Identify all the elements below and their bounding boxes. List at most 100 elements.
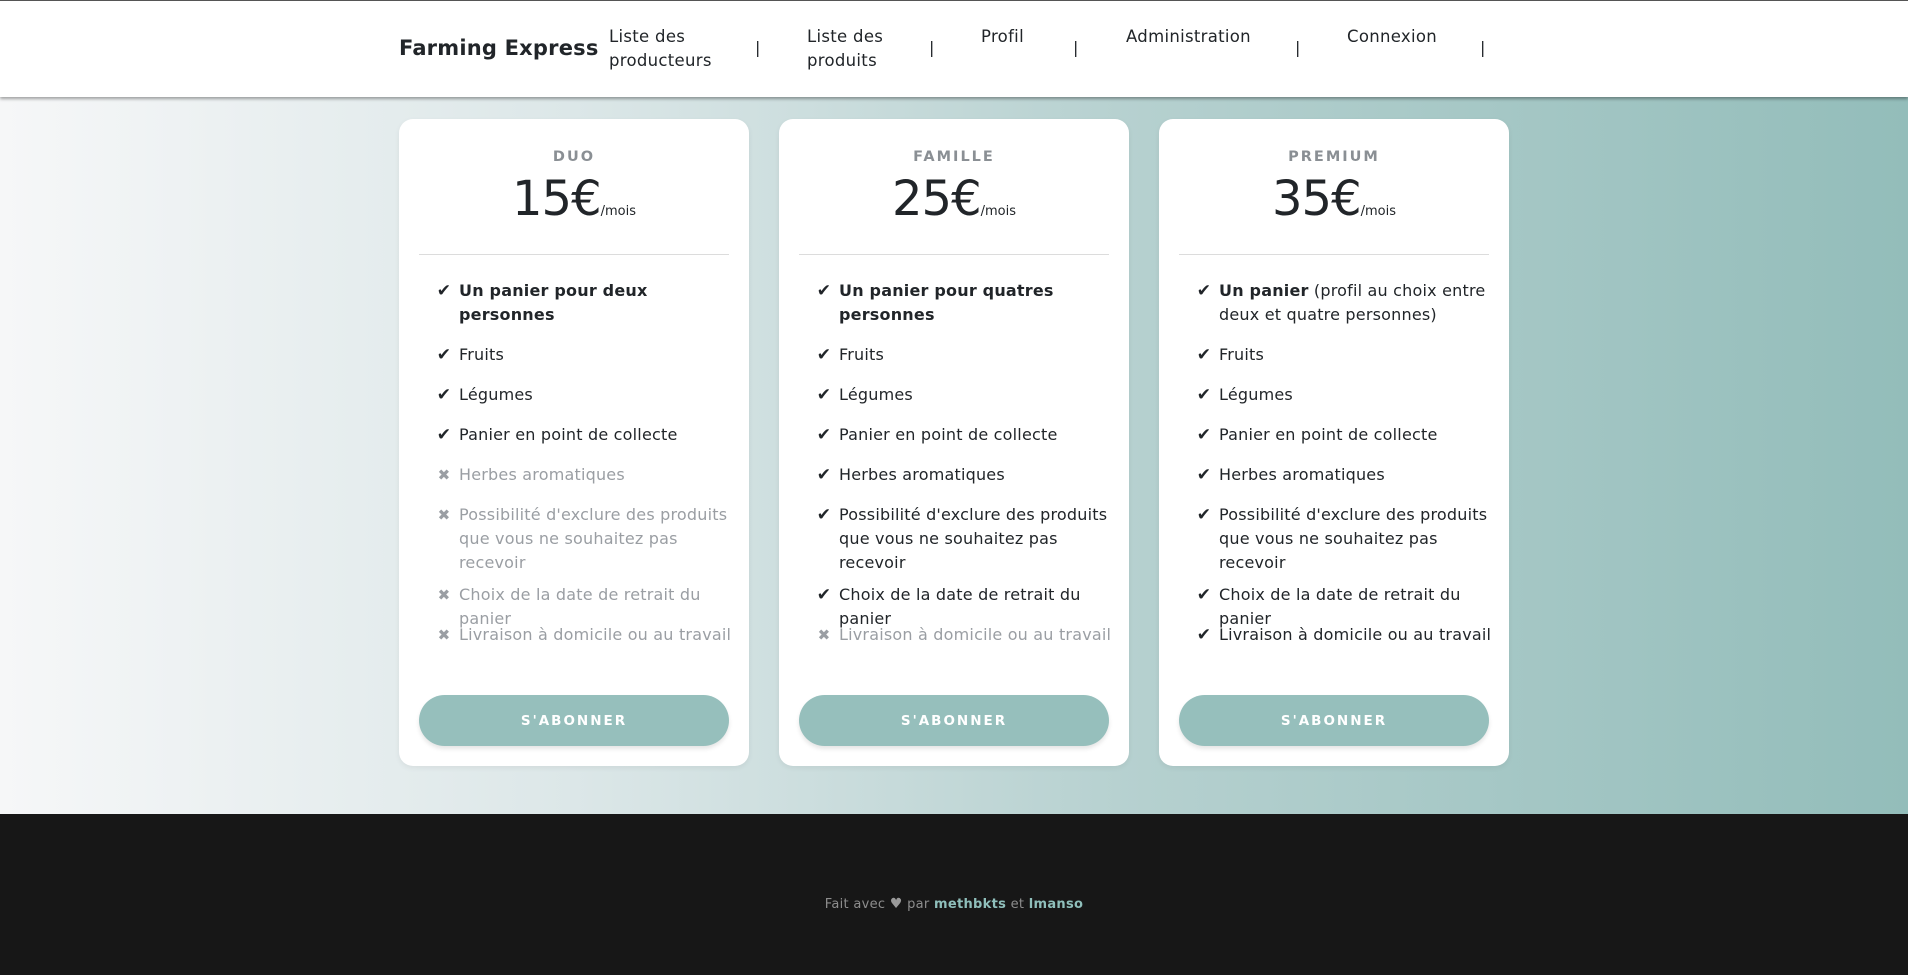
feature-text: Choix de la date de retrait du panier <box>459 585 701 628</box>
price-period: /mois <box>1360 204 1396 219</box>
feature-text: Choix de la date de retrait du panier <box>1219 585 1461 628</box>
feature-item: ✔ Livraison à domicile ou au travail <box>1195 623 1495 647</box>
pricing-card-famille: FAMILLE 25€/mois ✔ Un panier pour quatres p… <box>779 119 1129 766</box>
divider <box>1179 254 1489 255</box>
feature-item: ✔ Un panier pour quatres personnes <box>815 279 1115 327</box>
feature-text: Livraison à domicile ou au travail <box>459 625 732 644</box>
check-icon: ✔ <box>816 465 832 485</box>
feature-bold: Un panier pour quatres personnes <box>839 281 1054 324</box>
feature-item: ✔ Un panier pour deux personnes <box>435 279 735 327</box>
nav-separator: | <box>1480 38 1486 57</box>
nav-separator: | <box>1073 38 1079 57</box>
feature-item: ✔ Légumes <box>815 383 1115 407</box>
check-icon: ✔ <box>816 425 832 445</box>
check-icon: ✔ <box>1196 625 1212 645</box>
plan-title: DUO <box>552 149 596 165</box>
feature-item: ✔ Panier en point de collecte <box>1195 423 1495 447</box>
divider <box>419 254 729 255</box>
subscribe-button[interactable]: S'ABONNER <box>1179 695 1489 746</box>
author-link-lmanso[interactable]: lmanso <box>1029 897 1084 912</box>
cross-icon: ✖ <box>437 626 451 644</box>
feature-text: Choix de la date de retrait du panier <box>839 585 1081 628</box>
subscribe-button[interactable]: S'ABONNER <box>419 695 729 746</box>
feature-text: Herbes aromatiques <box>459 465 625 484</box>
feature-text: Légumes <box>839 385 913 404</box>
feature-text: Panier en point de collecte <box>459 425 678 444</box>
feature-text: Légumes <box>1219 385 1293 404</box>
nav-link-profil[interactable]: Profil <box>981 25 1024 49</box>
check-icon: ✔ <box>816 505 832 525</box>
feature-text: Possibilité d'exclure des produits que v… <box>1219 505 1488 572</box>
nav-link-producteurs[interactable]: Liste des producteurs <box>609 25 712 73</box>
plan-price: 25€/mois <box>779 171 1129 227</box>
check-icon: ✔ <box>436 345 452 365</box>
brand-logo[interactable]: Farming Express <box>399 36 599 60</box>
feature-text: Livraison à domicile ou au travail <box>1219 625 1492 644</box>
nav-separator: | <box>755 38 761 57</box>
feature-bold: Un panier <box>1219 281 1309 300</box>
check-icon: ✔ <box>816 585 832 605</box>
check-icon: ✔ <box>1196 585 1212 605</box>
cross-icon: ✖ <box>437 466 451 484</box>
navbar: Farming Express Liste des producteurs | … <box>0 0 1908 97</box>
cross-icon: ✖ <box>437 506 451 524</box>
check-icon: ✔ <box>816 385 832 405</box>
feature-item: ✔ Panier en point de collecte <box>815 423 1115 447</box>
nav-link-produits[interactable]: Liste des produits <box>807 25 883 73</box>
cross-icon: ✖ <box>817 626 831 644</box>
nav-link-administration[interactable]: Administration <box>1126 25 1251 49</box>
check-icon: ✔ <box>436 425 452 445</box>
feature-item: ✔ Un panier (profil au choix entre deux e… <box>1195 279 1495 327</box>
feature-text: Panier en point de collecte <box>1219 425 1438 444</box>
feature-item: ✖ Possibilité d'exclure des produits que … <box>435 503 735 575</box>
heart-icon: ♥ <box>889 896 903 912</box>
price-amount: 15€ <box>511 171 602 227</box>
price-amount: 35€ <box>1271 171 1362 227</box>
price-period: /mois <box>980 204 1016 219</box>
plan-price: 15€/mois <box>399 171 749 227</box>
nav-link-connexion[interactable]: Connexion <box>1347 25 1437 49</box>
price-period: /mois <box>600 204 636 219</box>
cross-icon: ✖ <box>437 586 451 604</box>
check-icon: ✔ <box>1196 385 1212 405</box>
feature-item: ✔ Possibilité d'exclure des produits que … <box>815 503 1115 575</box>
plan-title: PREMIUM <box>1288 149 1380 165</box>
pricing-card-premium: PREMIUM 35€/mois ✔ Un panier (profil au cho… <box>1159 119 1509 766</box>
check-icon: ✔ <box>436 385 452 405</box>
feature-item: ✔ Herbes aromatiques <box>815 463 1115 487</box>
feature-item: ✔ Légumes <box>1195 383 1495 407</box>
divider <box>799 254 1109 255</box>
feature-item: ✔ Fruits <box>435 343 735 367</box>
check-icon: ✔ <box>1196 345 1212 365</box>
check-icon: ✔ <box>816 281 832 301</box>
feature-text: Fruits <box>1219 345 1265 364</box>
footer-credits: Fait avec ♥ par methbkts et lmanso <box>824 896 1084 912</box>
feature-text: Herbes aromatiques <box>839 465 1005 484</box>
feature-item: ✔ Fruits <box>815 343 1115 367</box>
check-icon: ✔ <box>1196 281 1212 301</box>
author-link-methbkts[interactable]: methbkts <box>934 897 1006 912</box>
feature-text: Possibilité d'exclure des produits que v… <box>459 505 728 572</box>
plan-price: 35€/mois <box>1159 171 1509 227</box>
pricing-section: DUO 15€/mois ✔ Un panier pour deux personne… <box>0 97 1908 814</box>
feature-text: Fruits <box>839 345 885 364</box>
check-icon: ✔ <box>1196 505 1212 525</box>
nav-separator: | <box>1295 38 1301 57</box>
footer: Fait avec ♥ par methbkts et lmanso <box>0 814 1908 975</box>
feature-text: Fruits <box>459 345 505 364</box>
check-icon: ✔ <box>436 281 452 301</box>
feature-item: ✖ Livraison à domicile ou au travail <box>435 623 735 647</box>
check-icon: ✔ <box>1196 465 1212 485</box>
subscribe-button[interactable]: S'ABONNER <box>799 695 1109 746</box>
check-icon: ✔ <box>1196 425 1212 445</box>
nav-separator: | <box>929 38 935 57</box>
feature-item: ✔ Herbes aromatiques <box>1195 463 1495 487</box>
feature-text: Panier en point de collecte <box>839 425 1058 444</box>
feature-item: ✔ Légumes <box>435 383 735 407</box>
pricing-card-duo: DUO 15€/mois ✔ Un panier pour deux personne… <box>399 119 749 766</box>
feature-item: ✔ Possibilité d'exclure des produits que … <box>1195 503 1495 575</box>
price-amount: 25€ <box>891 171 982 227</box>
feature-item: ✖ Herbes aromatiques <box>435 463 735 487</box>
feature-item: ✔ Panier en point de collecte <box>435 423 735 447</box>
plan-title: FAMILLE <box>913 149 995 165</box>
